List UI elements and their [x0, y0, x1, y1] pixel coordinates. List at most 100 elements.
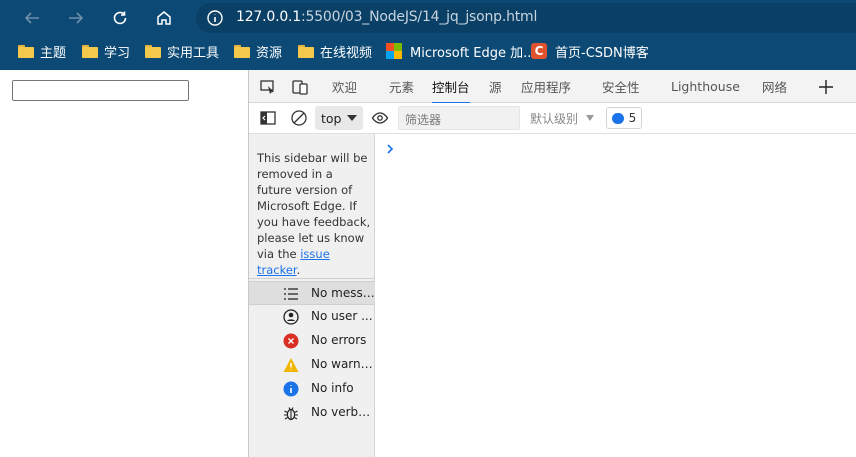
- tab-network[interactable]: 网络: [762, 70, 787, 103]
- tab-label: 欢迎: [332, 80, 358, 95]
- sidebar-item-verbose[interactable]: No verbose: [249, 401, 375, 425]
- bookmarks-bar: 主题 学习 实用工具 资源 在线视频 Microsoft Edge 加... C…: [0, 36, 856, 66]
- bookmark-item[interactable]: 在线视频: [298, 41, 372, 61]
- tab-lighthouse[interactable]: Lighthouse: [671, 70, 740, 103]
- tab-sources[interactable]: 源: [489, 70, 502, 103]
- log-level-dropdown[interactable]: 默认级别: [530, 106, 595, 130]
- back-button[interactable]: [20, 6, 44, 30]
- notice-text: This sidebar will be removed in a future…: [257, 151, 371, 261]
- forward-arrow-icon: [69, 12, 84, 24]
- console-prompt[interactable]: [385, 140, 395, 159]
- sidebar-item-label: No user ...: [311, 309, 373, 323]
- tab-label: 应用程序: [521, 80, 572, 95]
- microsoft-logo-icon: [386, 43, 402, 59]
- console-toolbar: top 筛选器 默认级别 5: [249, 103, 856, 134]
- bookmark-item[interactable]: 学习: [82, 41, 130, 61]
- inspect-icon: [260, 80, 274, 94]
- context-selector[interactable]: top: [315, 106, 363, 130]
- tab-security[interactable]: 安全性: [602, 70, 640, 103]
- folder-icon: [145, 44, 161, 58]
- user-icon: [283, 309, 299, 325]
- bookmark-label: 实用工具: [167, 45, 220, 61]
- folder-icon: [234, 44, 250, 58]
- sidebar-item-info[interactable]: No info: [249, 377, 375, 401]
- forward-button[interactable]: [64, 6, 88, 30]
- issues-button[interactable]: 5: [606, 107, 642, 129]
- device-emulation-button[interactable]: [290, 77, 310, 97]
- tab-console[interactable]: 控制台: [432, 70, 470, 104]
- folder-icon: [18, 44, 34, 58]
- sidebar-item-warnings[interactable]: No warni...: [249, 353, 375, 377]
- bookmark-label: 在线视频: [320, 45, 373, 61]
- tab-welcome[interactable]: 欢迎: [332, 70, 357, 103]
- tab-label: 控制台: [432, 80, 470, 95]
- page-text-input[interactable]: [12, 80, 189, 101]
- live-expression-button[interactable]: [370, 108, 390, 128]
- sidebar-item-label: No errors: [311, 333, 367, 347]
- bookmark-item[interactable]: 实用工具: [145, 41, 219, 61]
- bug-icon: [283, 405, 299, 421]
- bookmark-item[interactable]: 资源: [234, 41, 282, 61]
- chevron-down-icon: [347, 115, 357, 121]
- url-path: :5500/03_NodeJS/14_jq_jsonp.html: [301, 9, 538, 25]
- sidebar-divider: [249, 278, 375, 279]
- home-button[interactable]: [152, 6, 176, 30]
- url-text: 127.0.0.1:5500/03_NodeJS/14_jq_jsonp.htm…: [236, 9, 537, 25]
- device-icon: [292, 80, 308, 95]
- clear-console-button[interactable]: [289, 108, 309, 128]
- sidebar-item-errors[interactable]: No errors: [249, 329, 375, 353]
- eye-icon: [371, 112, 389, 124]
- context-value: top: [321, 110, 342, 126]
- tab-label: 网络: [762, 80, 788, 95]
- navigation-row: 127.0.0.1:5500/03_NodeJS/14_jq_jsonp.htm…: [0, 0, 856, 36]
- console-sidebar: This sidebar will be removed in a future…: [249, 134, 375, 457]
- info-icon: [283, 381, 299, 397]
- page-content: [0, 70, 248, 457]
- bookmark-label: 资源: [256, 45, 283, 61]
- filter-placeholder: 筛选器: [405, 113, 442, 127]
- sidebar-deprecation-notice: This sidebar will be removed in a future…: [257, 150, 371, 278]
- bookmark-label: Microsoft Edge 加...: [410, 45, 536, 61]
- error-icon: [283, 333, 299, 349]
- bookmark-item[interactable]: C 首页-CSDN博客: [531, 41, 649, 61]
- issues-count: 5: [628, 111, 637, 125]
- inspect-element-button[interactable]: [258, 77, 278, 97]
- tab-label: Lighthouse: [671, 79, 740, 94]
- tab-label: 安全性: [602, 80, 640, 95]
- clear-icon: [291, 110, 307, 126]
- chevron-down-icon: [586, 115, 595, 121]
- notice-end: .: [296, 263, 301, 277]
- filter-input[interactable]: 筛选器: [398, 106, 520, 130]
- sidebar-item-label: No verbose: [311, 405, 375, 419]
- folder-icon: [298, 44, 314, 58]
- refresh-button[interactable]: [108, 6, 132, 30]
- sidebar-item-label: No info: [311, 381, 354, 395]
- sidebar-item-user-messages[interactable]: No user ...: [249, 305, 375, 329]
- log-level-label: 默认级别: [530, 111, 579, 126]
- sidebar-item-label: No messa...: [311, 286, 375, 300]
- sidebar-item-messages[interactable]: No messa...: [249, 281, 375, 305]
- back-arrow-icon: [24, 12, 39, 24]
- more-tabs-button[interactable]: [816, 77, 836, 97]
- list-icon: [283, 286, 299, 302]
- bookmark-label: 首页-CSDN博客: [555, 45, 649, 61]
- chevron-right-icon: [387, 144, 394, 154]
- bookmark-item[interactable]: Microsoft Edge 加...: [386, 41, 536, 61]
- bookmark-label: 学习: [104, 45, 131, 61]
- browser-toolbar: 127.0.0.1:5500/03_NodeJS/14_jq_jsonp.htm…: [0, 0, 856, 70]
- plus-icon: [819, 80, 833, 94]
- bookmark-label: 主题: [40, 45, 67, 61]
- message-bubble-icon: [611, 112, 624, 124]
- url-host: 127.0.0.1: [236, 9, 301, 25]
- devtools-tab-bar: 欢迎 元素 控制台 源 应用程序 安全性 Lighthouse 网络: [249, 70, 856, 104]
- tab-elements[interactable]: 元素: [389, 70, 414, 103]
- bookmark-item[interactable]: 主题: [18, 41, 66, 61]
- info-icon[interactable]: [206, 9, 224, 27]
- toggle-sidebar-button[interactable]: [258, 108, 278, 128]
- tab-application[interactable]: 应用程序: [521, 70, 571, 103]
- address-bar[interactable]: 127.0.0.1:5500/03_NodeJS/14_jq_jsonp.htm…: [196, 3, 856, 33]
- tab-label: 元素: [389, 80, 415, 95]
- folder-icon: [82, 44, 98, 58]
- refresh-icon: [113, 11, 127, 25]
- sidebar-toggle-icon: [260, 111, 276, 125]
